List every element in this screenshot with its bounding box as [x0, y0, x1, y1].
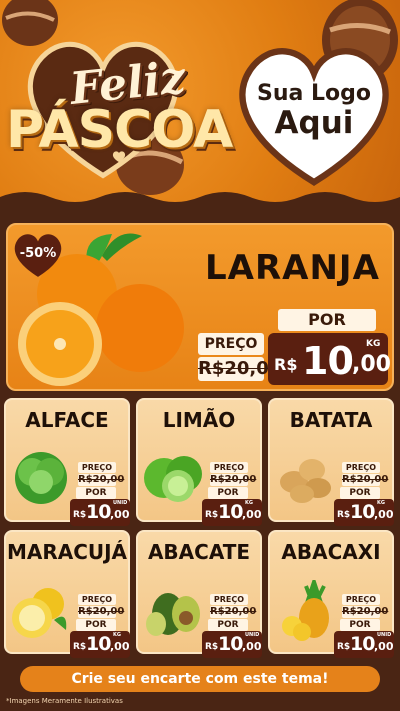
limao-icon	[144, 456, 202, 502]
product-price-unit: KG	[245, 500, 253, 506]
product-price-integer: 10	[350, 633, 375, 655]
product-old-price: R$20,00	[78, 606, 125, 618]
product-card-alface[interactable]: ALFACE PREÇO R$20,00 POR R$ 10,00 UNID	[4, 398, 130, 526]
hero-price-tag: R$ 10 ,00 KG	[268, 333, 391, 385]
product-price-tag: R$ 10,00 UNID	[334, 631, 394, 658]
product-old-price: R$20,00	[210, 474, 257, 486]
product-price-unit: UNID	[245, 632, 260, 638]
heart-icon	[112, 151, 126, 163]
product-price-integer: 10	[218, 633, 243, 655]
logo-text-line2: Aqui	[274, 105, 354, 141]
cta-banner[interactable]: Crie seu encarte com este tema!	[20, 666, 380, 692]
alface-icon	[15, 452, 67, 504]
product-name: BATATA	[289, 408, 373, 432]
product-card-abacaxi[interactable]: ABACAXI PREÇO R$20,00 POR R$ 10,00 UNID	[268, 530, 394, 658]
product-old-price: R$20,00	[342, 606, 389, 618]
product-currency: R$	[205, 642, 219, 652]
product-name: ABACATE	[147, 540, 251, 564]
header-banner: Feliz PÁSCOA Sua Logo Aqui	[0, 0, 400, 215]
abacaxi-icon	[282, 580, 329, 641]
product-price-decimal: ,00	[110, 640, 130, 653]
product-preco-label: PREÇO	[342, 594, 380, 605]
product-price-tag: R$ 10,00 KG	[202, 499, 262, 526]
product-price-decimal: ,00	[242, 508, 262, 521]
disclaimer-text: *Imagens Meramente Ilustrativas	[6, 697, 123, 705]
hero-preco-label: PREÇO	[198, 333, 264, 355]
product-old-price: R$20,00	[78, 474, 125, 486]
product-por-label: POR	[340, 487, 380, 499]
product-card-batata[interactable]: BATATA PREÇO R$20,00 POR R$ 10,00 KG	[268, 398, 394, 526]
product-preco-label: PREÇO	[78, 594, 116, 605]
product-por-label: POR	[208, 619, 248, 631]
product-price-integer: 10	[86, 501, 111, 523]
product-currency: R$	[73, 510, 87, 520]
product-por-label: POR	[208, 487, 248, 499]
hero-currency: R$	[274, 355, 298, 374]
product-por-label: POR	[340, 619, 380, 631]
product-name: LIMÃO	[162, 408, 236, 432]
product-price-unit: UNID	[377, 632, 392, 638]
product-name: MARACUJÁ	[6, 540, 128, 564]
product-price-integer: 10	[86, 633, 111, 655]
discount-label: -50%	[19, 246, 57, 261]
product-price-decimal: ,00	[110, 508, 130, 521]
hero-old-price: R$20,00	[198, 357, 282, 381]
hero-price-integer: 10	[302, 339, 354, 383]
product-currency: R$	[337, 510, 351, 520]
product-por-label: POR	[76, 619, 116, 631]
product-price-decimal: ,00	[374, 508, 394, 521]
batata-icon	[280, 459, 331, 503]
abacate-icon	[146, 593, 200, 636]
product-por-label: POR	[76, 487, 116, 499]
product-price-unit: KG	[377, 500, 385, 506]
product-price-decimal: ,00	[242, 640, 262, 653]
product-name: ABACAXI	[281, 540, 381, 564]
product-currency: R$	[205, 510, 219, 520]
product-price-integer: 10	[218, 501, 243, 523]
product-currency: R$	[73, 642, 87, 652]
product-card-limao[interactable]: LIMÃO PREÇO R$20,00 POR R$ 10,00 KG	[136, 398, 262, 526]
product-preco-label: PREÇO	[342, 462, 380, 473]
hero-price-unit: KG	[366, 339, 381, 349]
hero-product-name: LARANJA	[205, 248, 380, 288]
product-name: ALFACE	[25, 408, 109, 432]
hero-por-label: POR	[278, 309, 376, 331]
product-price-integer: 10	[350, 501, 375, 523]
logo-text-line1: Sua Logo	[256, 81, 371, 106]
hero-price-decimal: ,00	[352, 352, 391, 377]
product-price-tag: R$ 10,00 UNID	[202, 631, 262, 658]
product-price-unit: UNID	[113, 500, 128, 506]
product-card-abacate[interactable]: ABACATE PREÇO R$20,00 POR R$ 10,00 UNID	[136, 530, 262, 658]
product-card-maracuja[interactable]: MARACUJÁ PREÇO R$20,00 POR R$ 10,00 KG	[4, 530, 130, 658]
product-preco-label: PREÇO	[210, 594, 248, 605]
product-old-price: R$20,00	[210, 606, 257, 618]
product-price-tag: R$ 10,00 UNID	[70, 499, 130, 526]
product-preco-label: PREÇO	[210, 462, 248, 473]
product-old-price: R$20,00	[342, 474, 389, 486]
product-price-tag: R$ 10,00 KG	[70, 631, 130, 658]
product-preco-label: PREÇO	[78, 462, 116, 473]
product-currency: R$	[337, 642, 351, 652]
flyer: Feliz PÁSCOA Sua Logo Aqui -50% LARANJA …	[0, 0, 400, 711]
maracuja-icon	[12, 588, 67, 638]
product-price-tag: R$ 10,00 KG	[334, 499, 394, 526]
product-price-unit: KG	[113, 632, 121, 638]
product-price-decimal: ,00	[374, 640, 394, 653]
logo-placeholder[interactable]: Sua Logo Aqui	[234, 81, 394, 141]
